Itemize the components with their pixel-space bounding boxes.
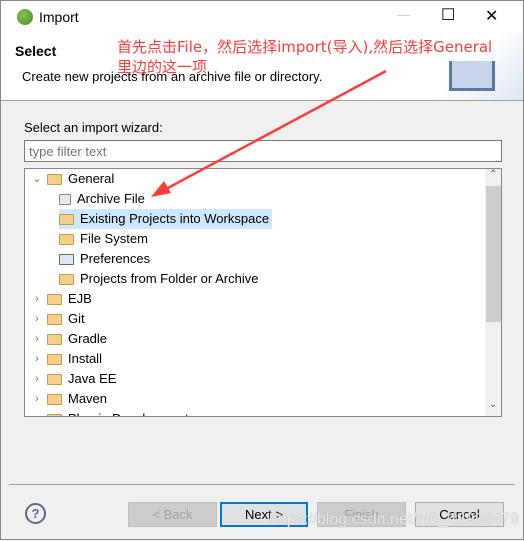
arrow-head [151, 181, 171, 197]
back-button[interactable]: < Back [128, 502, 217, 527]
footer-separator [9, 484, 515, 485]
help-icon: ? [31, 506, 40, 521]
help-button[interactable]: ? [25, 503, 46, 524]
watermark: https://blog.csdn.net/m0_48938479 [269, 511, 519, 528]
annotation-arrow [151, 69, 387, 197]
arrow-line [165, 69, 387, 191]
